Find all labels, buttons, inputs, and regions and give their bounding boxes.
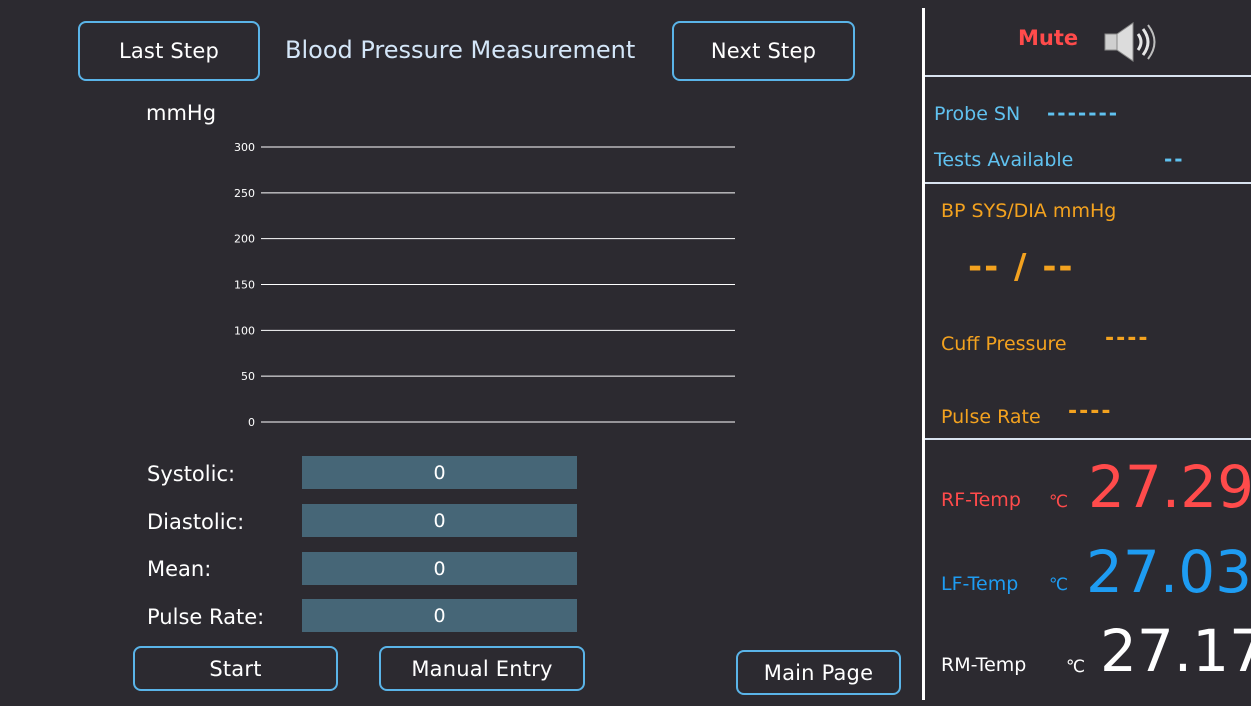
rf-temp-label: RF-Temp [941, 489, 1021, 511]
next-step-button[interactable]: Next Step [672, 21, 855, 81]
diastolic-field: 0 [302, 504, 577, 537]
y-tick-label: 250 [234, 187, 255, 200]
pulse-rate-label: Pulse Rate: [147, 605, 265, 629]
bp-label: BP SYS/DIA mmHg [941, 200, 1117, 222]
section-divider [925, 182, 1251, 184]
probe-sn-label: Probe SN [934, 103, 1021, 125]
y-tick-label: 100 [234, 324, 255, 337]
diastolic-label: Diastolic: [147, 510, 245, 534]
tests-available-label: Tests Available [934, 149, 1074, 171]
panel-divider [922, 8, 925, 700]
mute-label[interactable]: Mute [1018, 26, 1078, 50]
main-page-button[interactable]: Main Page [736, 650, 901, 695]
y-tick-label: 50 [241, 370, 255, 383]
lf-temp-value: 27.03 [1086, 538, 1251, 606]
rm-temp-label: RM-Temp [941, 654, 1027, 676]
start-button[interactable]: Start [133, 646, 338, 691]
cuff-pressure-value: ---- [1105, 326, 1150, 351]
rm-temp-value: 27.17 [1100, 617, 1251, 685]
lf-temp-label: LF-Temp [941, 573, 1019, 595]
pressure-chart: 0 50 100 150 200 250 300 [234, 141, 735, 429]
rf-temp-value: 27.29 [1088, 453, 1251, 521]
pulse-rate-side-label: Pulse Rate [941, 406, 1041, 428]
y-tick-label: 200 [234, 233, 255, 246]
section-divider [925, 438, 1251, 440]
y-tick-label: 300 [234, 141, 255, 154]
mean-field: 0 [302, 552, 577, 585]
device-screen: Last Step Blood Pressure Measurement Nex… [0, 0, 1251, 706]
rf-temp-unit: ℃ [1049, 492, 1069, 512]
pulse-rate-side-value: ---- [1068, 399, 1113, 424]
systolic-label: Systolic: [147, 462, 236, 486]
systolic-field: 0 [302, 456, 577, 489]
manual-entry-button[interactable]: Manual Entry [379, 646, 585, 691]
speaker-icon[interactable] [1103, 20, 1163, 64]
lf-temp-unit: ℃ [1049, 575, 1069, 595]
page-title: Blood Pressure Measurement [285, 36, 636, 64]
chart-unit-label: mmHg [146, 101, 217, 125]
bp-value: -- / -- [968, 247, 1075, 287]
tests-available-value: -- [1164, 147, 1185, 171]
probe-sn-value: ------- [1047, 101, 1120, 125]
y-tick-label: 150 [234, 279, 255, 292]
cuff-pressure-label: Cuff Pressure [941, 333, 1067, 355]
rm-temp-unit: ℃ [1066, 657, 1086, 677]
y-tick-label: 0 [248, 416, 255, 429]
mean-label: Mean: [147, 557, 212, 581]
section-divider [925, 75, 1251, 77]
pulse-rate-field: 0 [302, 599, 577, 632]
last-step-button[interactable]: Last Step [78, 21, 260, 81]
